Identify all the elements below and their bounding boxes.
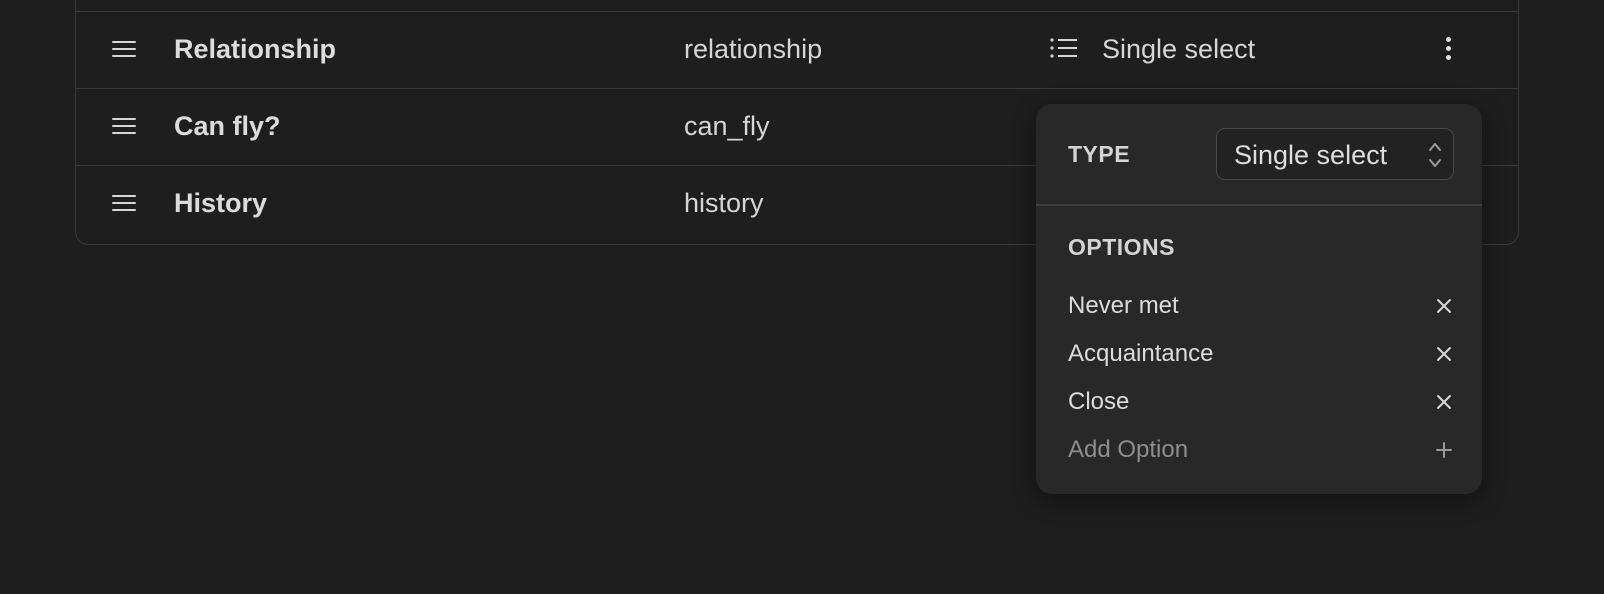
option-label[interactable]: Never met bbox=[1068, 292, 1179, 320]
field-key[interactable]: history bbox=[684, 188, 764, 219]
select-arrows-icon bbox=[1429, 143, 1441, 167]
list-icon bbox=[1050, 38, 1077, 58]
options-section-label: OPTIONS bbox=[1068, 234, 1176, 260]
remove-option-icon[interactable] bbox=[1434, 296, 1454, 316]
drag-handle-icon[interactable] bbox=[112, 39, 136, 59]
type-select[interactable]: Single select bbox=[1216, 128, 1454, 180]
field-key[interactable]: relationship bbox=[684, 34, 822, 65]
type-section-label: TYPE bbox=[1068, 141, 1131, 167]
type-select-value: Single select bbox=[1234, 140, 1388, 170]
option-label[interactable]: Acquaintance bbox=[1068, 340, 1213, 368]
field-row-relationship: Relationship relationship Single select bbox=[76, 11, 1518, 88]
option-item: Close bbox=[1068, 382, 1454, 422]
field-name[interactable]: Relationship bbox=[174, 34, 336, 65]
drag-handle-icon[interactable] bbox=[112, 193, 136, 213]
divider bbox=[1036, 204, 1482, 206]
remove-option-icon[interactable] bbox=[1434, 392, 1454, 412]
plus-icon bbox=[1436, 442, 1452, 458]
field-name[interactable]: History bbox=[174, 188, 267, 219]
field-key[interactable]: can_fly bbox=[684, 111, 770, 142]
remove-option-icon[interactable] bbox=[1434, 344, 1454, 364]
option-item: Never met bbox=[1068, 286, 1454, 326]
add-option-label: Add Option bbox=[1068, 436, 1189, 463]
more-options-icon[interactable] bbox=[1440, 34, 1456, 64]
option-label[interactable]: Close bbox=[1068, 388, 1129, 416]
add-option-button[interactable]: Add Option bbox=[1068, 430, 1454, 470]
field-name[interactable]: Can fly? bbox=[174, 111, 281, 142]
field-type-popover: TYPE Single select OPTIONS Never met Acq… bbox=[1036, 104, 1482, 494]
option-item: Acquaintance bbox=[1068, 334, 1454, 374]
drag-handle-icon[interactable] bbox=[112, 116, 136, 136]
field-type-button[interactable]: Single select bbox=[1102, 34, 1255, 65]
